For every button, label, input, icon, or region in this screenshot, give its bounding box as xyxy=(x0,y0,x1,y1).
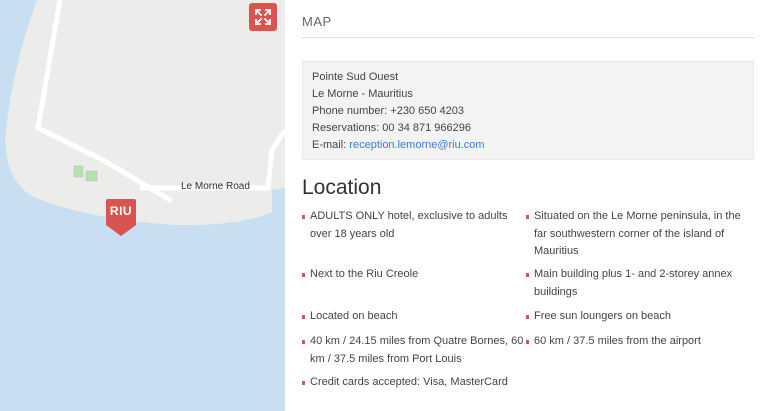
bullet-icon xyxy=(526,215,529,219)
sea-area-east xyxy=(272,188,285,411)
divider xyxy=(302,37,754,38)
feature-item: Situated on the Le Morne peninsula, in t… xyxy=(526,208,754,261)
park-area xyxy=(73,165,84,178)
email-label: E-mail: xyxy=(312,139,347,151)
map-canvas[interactable] xyxy=(0,0,285,411)
map-view[interactable]: Le Morne Road RIU xyxy=(0,0,285,411)
feature-item: Located on beach xyxy=(302,308,520,326)
email-link[interactable]: reception.lemorne@riu.com xyxy=(349,139,484,151)
feature-item: Credit cards accepted: Visa, MasterCard xyxy=(302,374,550,392)
road-label: Le Morne Road xyxy=(181,181,250,192)
hotel-name: Pointe Sud Ouest xyxy=(312,71,399,83)
expand-arrows-icon xyxy=(255,9,271,25)
feature-item: Free sun loungers on beach xyxy=(526,308,744,326)
hotel-map-marker[interactable]: RIU xyxy=(106,199,136,236)
bullet-icon xyxy=(302,273,305,277)
bullet-icon xyxy=(302,315,305,319)
north-road xyxy=(35,0,63,129)
le-morne-road xyxy=(140,128,285,191)
bullet-icon xyxy=(526,340,529,344)
sea-area xyxy=(0,0,272,411)
fullscreen-button[interactable] xyxy=(249,3,277,31)
email-line: E-mail: reception.lemorne@riu.com xyxy=(312,137,753,154)
feature-item: Next to the Riu Creole xyxy=(302,266,520,284)
marker-label: RIU xyxy=(109,204,133,218)
bullet-icon xyxy=(302,340,305,344)
park-area xyxy=(85,170,98,182)
bullet-icon xyxy=(302,215,305,219)
address-box: Pointe Sud Ouest Le Morne - Mauritius Ph… xyxy=(302,61,754,160)
bullet-icon xyxy=(302,381,305,385)
section-title: MAP xyxy=(302,14,332,29)
reservations-number: Reservations: 00 34 871 966296 xyxy=(312,122,472,134)
feature-item: 40 km / 24.15 miles from Quatre Bornes, … xyxy=(302,333,525,368)
bullet-icon xyxy=(526,315,529,319)
location-heading: Location xyxy=(302,176,382,199)
hotel-city: Le Morne - Mauritius xyxy=(312,88,413,100)
feature-item: Main building plus 1- and 2-storey annex… xyxy=(526,266,744,301)
phone-number: Phone number: +230 650 4203 xyxy=(312,105,464,117)
feature-item: 60 km / 37.5 miles from the airport xyxy=(526,333,754,351)
bullet-icon xyxy=(526,273,529,277)
feature-item: ADULTS ONLY hotel, exclusive to adults o… xyxy=(302,208,520,243)
